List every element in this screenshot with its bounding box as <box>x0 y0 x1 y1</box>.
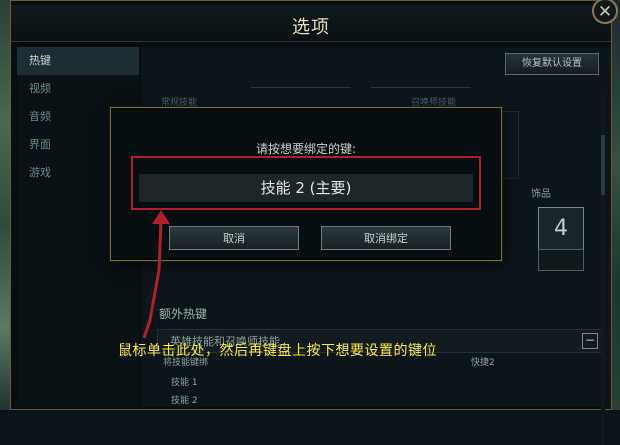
annotation-text: 鼠标单击此处，然后再键盘上按下想要设置的键位 <box>118 343 437 359</box>
arrow-head <box>152 210 170 224</box>
arrow-shaft <box>142 221 163 339</box>
